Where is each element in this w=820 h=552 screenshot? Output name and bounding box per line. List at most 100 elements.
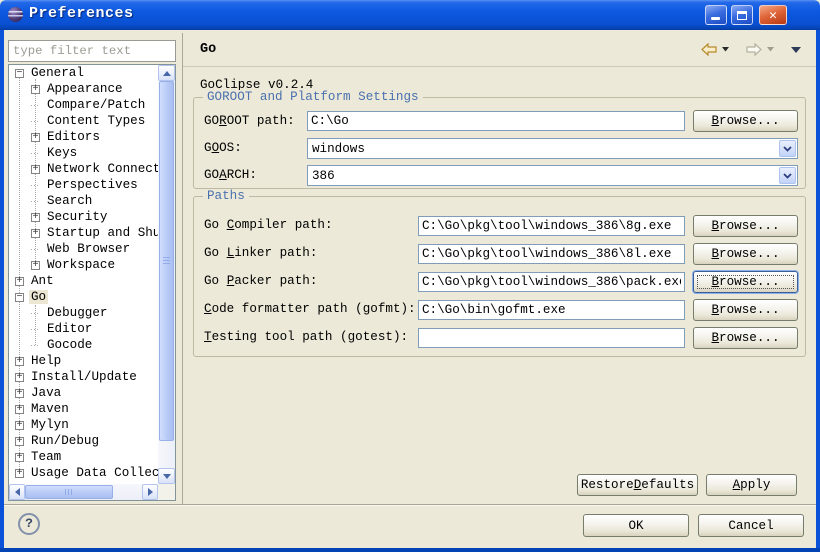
go-packer-browse-button[interactable]: Browse... (693, 271, 798, 293)
expand-icon[interactable]: + (15, 421, 24, 430)
scroll-up-button[interactable] (158, 65, 175, 81)
expand-icon[interactable]: + (15, 357, 24, 366)
code-formatter-path-input[interactable] (418, 300, 685, 320)
help-button[interactable]: ? (18, 513, 40, 535)
forward-arrow-icon[interactable] (745, 43, 763, 56)
tree-item-maven[interactable]: +Maven (9, 401, 158, 417)
tree-item-go[interactable]: −Go (9, 289, 158, 305)
testing-tool-browse-button[interactable]: Browse... (693, 327, 798, 349)
collapse-icon[interactable]: − (15, 293, 24, 302)
expand-icon[interactable]: + (31, 133, 40, 142)
vertical-scrollbar-thumb[interactable] (159, 81, 174, 441)
apply-button[interactable]: Apply (706, 474, 797, 496)
testing-tool-path-input[interactable] (418, 328, 685, 348)
tree-connector-stub (31, 153, 40, 154)
tree-item-compare-patch[interactable]: Compare/Patch (9, 97, 158, 113)
expand-icon[interactable]: + (15, 437, 24, 446)
scroll-right-button[interactable] (142, 484, 158, 500)
goroot-path-input[interactable] (307, 111, 685, 131)
tree-item-appearance[interactable]: +Appearance (9, 81, 158, 97)
expand-icon[interactable]: + (15, 373, 24, 382)
restore-defaults-button[interactable]: Restore Defaults (577, 474, 698, 496)
close-button[interactable]: ✕ (759, 5, 787, 25)
tree-item-network-connect[interactable]: +Network Connect (9, 161, 158, 177)
horizontal-scrollbar-thumb[interactable] (25, 485, 113, 499)
tree-item-label: Perspectives (45, 178, 140, 192)
go-packer-path-input[interactable] (418, 272, 685, 292)
goos-select[interactable]: windows (307, 138, 798, 159)
tree-item-java[interactable]: +Java (9, 385, 158, 401)
code-formatter-browse-button[interactable]: Browse... (693, 299, 798, 321)
preferences-tree: −General+AppearanceCompare/Patch Content … (8, 64, 176, 501)
collapse-icon[interactable]: − (15, 69, 24, 78)
chevron-right-icon (148, 488, 153, 496)
tree-horizontal-scrollbar[interactable] (9, 484, 158, 500)
expand-icon[interactable]: + (31, 261, 40, 270)
tree-item-help[interactable]: +Help (9, 353, 158, 369)
paths-group-legend: Paths (203, 189, 249, 203)
goarch-dropdown-button[interactable] (779, 167, 796, 184)
maximize-button[interactable] (731, 5, 753, 25)
tree-item-usage-data-collect[interactable]: +Usage Data Collect (9, 465, 158, 481)
expand-icon[interactable]: + (31, 229, 40, 238)
tree-item-editors[interactable]: +Editors (9, 129, 158, 145)
tree-item-perspectives[interactable]: Perspectives (9, 177, 158, 193)
back-dropdown-icon[interactable] (722, 47, 729, 52)
tree-item-label: Go (29, 290, 48, 304)
go-linker-browse-button[interactable]: Browse... (693, 243, 798, 265)
tree-item-label: Content Types (45, 114, 147, 128)
view-menu-icon[interactable] (790, 46, 802, 54)
back-arrow-icon[interactable] (700, 43, 718, 56)
window-border-right (816, 30, 820, 552)
tree-item-general[interactable]: −General (9, 65, 158, 81)
expand-icon[interactable]: + (15, 453, 24, 462)
titlebar[interactable]: Preferences ✕ (0, 0, 820, 30)
minimize-button[interactable] (705, 5, 727, 25)
cancel-button[interactable]: Cancel (698, 514, 804, 537)
tree-connector-stub (31, 329, 40, 330)
forward-dropdown-icon[interactable] (767, 47, 774, 52)
goarch-select[interactable]: 386 (307, 165, 798, 186)
tree-item-run-debug[interactable]: +Run/Debug (9, 433, 158, 449)
tree-item-install-update[interactable]: +Install/Update (9, 369, 158, 385)
expand-icon[interactable]: + (15, 469, 24, 478)
tree-item-search[interactable]: Search (9, 193, 158, 209)
tree-item-content-types[interactable]: Content Types (9, 113, 158, 129)
tree-item-mylyn[interactable]: +Mylyn (9, 417, 158, 433)
goos-dropdown-button[interactable] (779, 140, 796, 157)
tree-item-web-browser[interactable]: Web Browser (9, 241, 158, 257)
expand-icon[interactable]: + (31, 85, 40, 94)
tree-connector-stub (31, 201, 40, 202)
tree-vertical-scrollbar[interactable] (158, 65, 175, 484)
chevron-down-icon (783, 146, 792, 152)
filter-input[interactable] (8, 40, 176, 62)
tree-item-label: Debugger (45, 306, 109, 320)
tree-item-label: Team (29, 450, 63, 464)
go-compiler-path-input[interactable] (418, 216, 685, 236)
tree-item-ant[interactable]: +Ant (9, 273, 158, 289)
testing-tool-path-label: Testing tool path (gotest): (204, 330, 408, 344)
tree-item-label: Compare/Patch (45, 98, 147, 112)
goroot-browse-button[interactable]: Browse... (693, 110, 798, 132)
expand-icon[interactable]: + (15, 277, 24, 286)
scroll-down-button[interactable] (158, 468, 175, 484)
ok-button[interactable]: OK (583, 514, 689, 537)
expand-icon[interactable]: + (31, 213, 40, 222)
window-border-bottom (0, 548, 820, 552)
tree-item-team[interactable]: + Team (9, 449, 158, 465)
tree-item-gocode[interactable]: Gocode (9, 337, 158, 353)
expand-icon[interactable]: + (31, 165, 40, 174)
expand-icon[interactable]: + (15, 405, 24, 414)
tree-item-keys[interactable]: Keys (9, 145, 158, 161)
go-compiler-browse-button[interactable]: Browse... (693, 215, 798, 237)
expand-icon[interactable]: + (15, 389, 24, 398)
tree-item-startup-and-shu[interactable]: +Startup and Shu (9, 225, 158, 241)
tree-item-workspace[interactable]: +Workspace (9, 257, 158, 273)
tree-item-label: Keys (45, 146, 79, 160)
close-icon: ✕ (769, 8, 777, 23)
scroll-left-button[interactable] (9, 484, 25, 500)
tree-item-debugger[interactable]: Debugger (9, 305, 158, 321)
tree-item-security[interactable]: +Security (9, 209, 158, 225)
tree-item-editor[interactable]: Editor (9, 321, 158, 337)
go-linker-path-input[interactable] (418, 244, 685, 264)
